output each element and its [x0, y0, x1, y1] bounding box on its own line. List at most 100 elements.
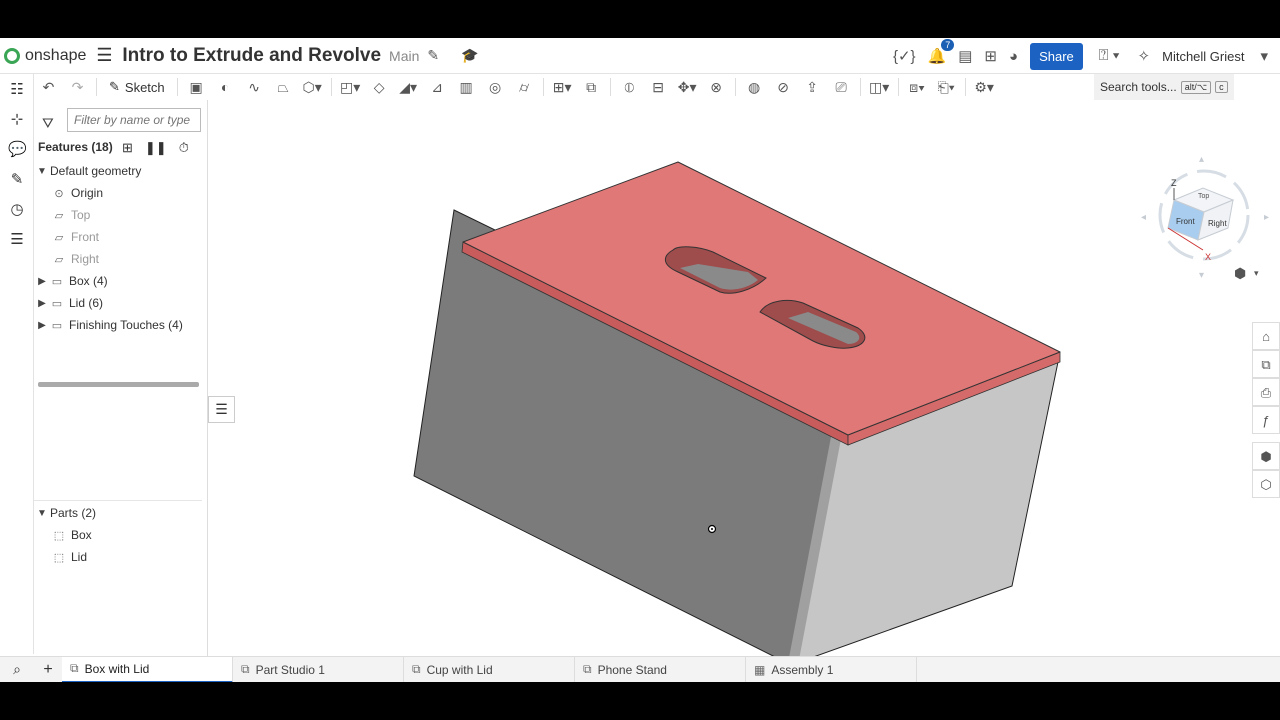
tree-item-right-plane[interactable]: ▱ Right [34, 248, 206, 270]
chevron-right-icon[interactable]: ▶ [34, 298, 50, 309]
regen-timer-icon[interactable]: ⏱ [179, 140, 189, 156]
view-states-icon[interactable]: ⬡ [1252, 470, 1280, 498]
onshape-logo[interactable]: onshape [4, 47, 86, 65]
tab-phone-stand[interactable]: ⧉ Phone Stand [575, 656, 746, 682]
draft-icon[interactable]: ◢▾ [394, 79, 423, 96]
pause-rollback-icon[interactable]: ❚❚ [145, 140, 167, 156]
notes-icon[interactable]: ✎ [8, 170, 26, 188]
tree-item-lid-folder[interactable]: ▶ ▭ Lid (6) [34, 292, 206, 314]
chevron-down-icon[interactable]: ▼ [34, 166, 50, 177]
tree-item-finishing-folder[interactable]: ▶ ▭ Finishing Touches (4) [34, 314, 206, 336]
loft-icon[interactable]: ⏢ [269, 79, 298, 96]
view-options-cube-icon[interactable]: ⬢ [1234, 265, 1246, 281]
search-tools-button[interactable]: Search tools... alt/⌥ c [1094, 74, 1234, 100]
tab-box-with-lid[interactable]: ⧉ Box with Lid [62, 656, 233, 682]
user-menu[interactable]: Mitchell Griest [1162, 49, 1244, 64]
rotate-down-arrow-icon[interactable]: ▾ [1199, 270, 1204, 281]
rotate-right-arrow-icon[interactable]: ▸ [1264, 212, 1269, 223]
rotate-left-arrow-icon[interactable]: ◂ [1141, 212, 1146, 223]
document-title[interactable]: Intro to Extrude and Revolve [122, 45, 381, 67]
tab-cup-with-lid[interactable]: ⧉ Cup with Lid [404, 656, 575, 682]
transform-icon[interactable]: ✥▾ [673, 79, 702, 96]
shell-icon[interactable]: ▥ [452, 79, 481, 96]
share-button[interactable]: Share [1030, 42, 1083, 70]
display-states-icon[interactable]: ⬢ [1252, 442, 1280, 470]
part-icon: ⬚ [53, 529, 65, 542]
toolbar-divider [964, 78, 966, 96]
linear-pattern-icon[interactable]: ⊞▾ [548, 79, 577, 96]
sheet-metal-icon[interactable]: ⎗▾ [932, 79, 961, 96]
extrude-icon[interactable]: ▣ [182, 79, 211, 96]
user-avatar-icon[interactable]: ✧ [1138, 47, 1151, 65]
parts-header[interactable]: ▼ Parts (2) [34, 502, 206, 524]
mirror-icon[interactable]: ⧉ [577, 79, 606, 96]
rotate-up-arrow-icon[interactable]: ▴ [1199, 154, 1204, 165]
settings-gear-icon[interactable]: ⚙▾ [970, 79, 999, 96]
feature-list-icon[interactable]: ☷ [8, 80, 26, 98]
menu-icon[interactable]: ☰ [96, 45, 114, 66]
revolve-icon[interactable]: ◐ [211, 79, 240, 95]
history-icon[interactable]: ◷ [8, 200, 26, 218]
user-chevron-down-icon[interactable]: ▾ [1260, 47, 1268, 65]
appearance-panel-icon[interactable]: ⌂ [1252, 322, 1280, 350]
add-tab-icon[interactable]: + [34, 661, 62, 679]
replace-face-icon[interactable]: ⎚ [827, 79, 856, 96]
delete-part-icon[interactable]: ⊗ [702, 79, 731, 96]
branch-label[interactable]: Main [389, 48, 419, 64]
sketch-button[interactable]: ✎ Sketch [101, 79, 173, 95]
chevron-right-icon[interactable]: ▶ [34, 276, 50, 287]
help-icon[interactable]: ⍰ ▾ [1099, 47, 1120, 65]
filter-funnel-icon[interactable]: ⛛ [42, 115, 54, 132]
rib-icon[interactable]: ⊿ [423, 79, 452, 96]
tree-item-top-plane[interactable]: ▱ Top [34, 204, 206, 226]
hole-icon[interactable]: ◎ [481, 79, 510, 96]
part-label: Box [71, 528, 92, 542]
undo-icon[interactable]: ↶ [34, 79, 63, 96]
parts-panel-icon[interactable]: ⧉ [1252, 350, 1280, 378]
move-face-icon[interactable]: ⇪ [798, 79, 827, 96]
view-options-chevron-icon[interactable]: ▾ [1254, 268, 1259, 278]
document-list-icon[interactable]: ▤ [958, 47, 972, 65]
tab-assembly-1[interactable]: ▦ Assembly 1 [746, 656, 917, 682]
plane-icon[interactable]: ◫▾ [865, 79, 894, 96]
model-canvas[interactable]: Top Front Right Z X ◂ ▸ ▴ ▾ ⬢ ▾ [208, 100, 1280, 666]
tab-search-icon[interactable]: ⌕ [0, 661, 34, 678]
split-icon[interactable]: ⊟ [644, 79, 673, 96]
graphics-viewport[interactable]: Top Front Right Z X ◂ ▸ ▴ ▾ ⬢ ▾ ⊶ ◠ ⚖ [208, 100, 1280, 666]
mate-connector-icon[interactable]: ⧈▾ [903, 79, 932, 96]
chevron-right-icon[interactable]: ▶ [34, 320, 50, 331]
globe-icon[interactable]: ◕ [1009, 48, 1018, 65]
chamfer-icon[interactable]: ◇ [365, 79, 394, 96]
comments-icon[interactable]: 💬 [8, 140, 27, 158]
add-folder-icon[interactable]: ⊞ [122, 140, 133, 156]
delete-face-icon[interactable]: ⊘ [769, 79, 798, 96]
app-store-icon[interactable]: ⊞ [984, 47, 997, 65]
view-cube[interactable]: Top Front Right Z X ◂ ▸ ▴ ▾ ⬢ ▾ [1141, 154, 1269, 281]
feature-filter-input[interactable] [67, 108, 201, 132]
tab-part-studio-1[interactable]: ⧉ Part Studio 1 [233, 656, 404, 682]
sweep-icon[interactable]: ∿ [240, 79, 269, 96]
modify-fillet-icon[interactable]: ◍ [740, 79, 769, 96]
part-item-lid[interactable]: ⬚ Lid [34, 546, 206, 568]
boolean-icon[interactable]: ⦶ [615, 79, 644, 96]
fillet-icon[interactable]: ◰▾ [336, 79, 365, 96]
learning-cap-icon[interactable]: 🎓 [461, 47, 478, 64]
bom-icon[interactable]: ☰ [8, 230, 26, 248]
tree-item-default-geometry[interactable]: ▼ Default geometry [34, 160, 206, 182]
insert-feature-icon[interactable]: ⊹ [8, 110, 26, 128]
configurations-icon[interactable]: ⎙ [1252, 378, 1280, 406]
cylinder-icon[interactable]: ⌭ [510, 79, 539, 96]
redo-icon[interactable]: ↷ [63, 79, 92, 96]
thicken-icon[interactable]: ⬡▾ [298, 79, 327, 96]
edit-pencil-icon[interactable]: ✎ [427, 47, 439, 64]
feature-tree-scrollbar[interactable] [38, 382, 199, 387]
part-item-box[interactable]: ⬚ Box [34, 524, 206, 546]
variables-panel-icon[interactable]: ƒ [1252, 406, 1280, 434]
tree-item-origin[interactable]: ⊙ Origin [34, 182, 206, 204]
notifications-bell-icon[interactable]: 🔔 7 [928, 39, 955, 65]
tree-item-front-plane[interactable]: ▱ Front [34, 226, 206, 248]
chevron-down-icon[interactable]: ▼ [34, 508, 50, 519]
tree-item-box-folder[interactable]: ▶ ▭ Box (4) [34, 270, 206, 292]
parts-divider[interactable] [34, 500, 202, 501]
variables-icon[interactable]: {✓} [893, 47, 916, 65]
